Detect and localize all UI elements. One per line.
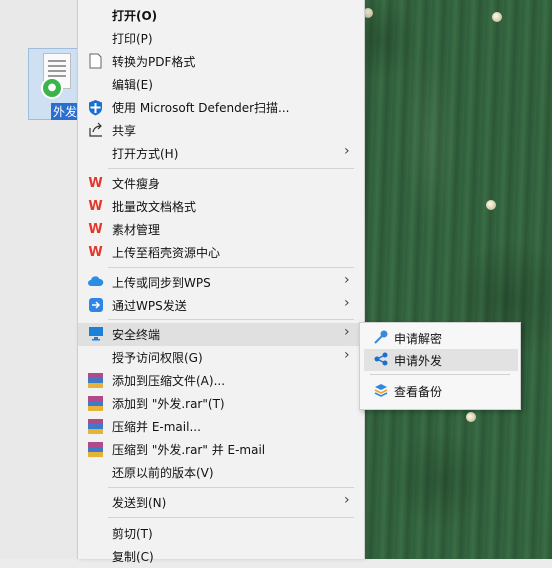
menu-item-label: 压缩到 "外发.rar" 并 E-mail xyxy=(112,443,266,457)
menu-item-label: 文件瘦身 xyxy=(112,177,161,191)
wps-icon: W xyxy=(88,199,103,214)
send-icon xyxy=(87,297,104,314)
menu-item-label: 批量改文档格式 xyxy=(112,200,197,214)
chevron-right-icon: › xyxy=(344,295,350,311)
menu-item-sync-wps[interactable]: 上传或同步到WPS › xyxy=(78,271,364,294)
share-nodes-icon xyxy=(372,351,390,369)
menu-separator xyxy=(108,517,354,518)
menu-item-defender-scan[interactable]: 使用 Microsoft Defender扫描... xyxy=(78,96,364,119)
menu-item-security-terminal[interactable]: 安全终端 › xyxy=(78,323,364,346)
menu-item-label: 使用 Microsoft Defender扫描... xyxy=(112,101,290,115)
menu-item-label: 打印(P) xyxy=(112,32,153,46)
defender-shield-icon xyxy=(87,99,104,116)
menu-item-batch-convert[interactable]: W 批量改文档格式 xyxy=(78,195,364,218)
submenu-item-label: 申请解密 xyxy=(394,332,443,346)
menu-separator xyxy=(108,168,354,169)
menu-item-share[interactable]: 共享 xyxy=(78,119,364,142)
menu-item-add-archive[interactable]: 添加到压缩文件(A)... xyxy=(78,369,364,392)
menu-item-label: 添加到 "外发.rar"(T) xyxy=(112,397,225,411)
menu-item-upload-docer[interactable]: W 上传至稻壳资源中心 xyxy=(78,241,364,264)
chevron-right-icon: › xyxy=(344,492,350,508)
menu-separator xyxy=(108,487,354,488)
winrar-icon xyxy=(87,441,104,458)
layers-icon xyxy=(372,382,390,400)
submenu-item-label: 申请外发 xyxy=(394,354,443,368)
menu-separator xyxy=(108,267,354,268)
menu-item-compress-email[interactable]: 压缩并 E-mail... xyxy=(78,415,364,438)
menu-item-label: 上传或同步到WPS xyxy=(112,276,211,290)
submenu-item-request-send[interactable]: 申请外发 xyxy=(364,349,518,371)
menu-item-label: 还原以前的版本(V) xyxy=(112,466,214,480)
menu-item-grant-access[interactable]: 授予访问权限(G) › xyxy=(78,346,364,369)
submenu-item-label: 查看备份 xyxy=(394,385,443,399)
winrar-icon xyxy=(87,372,104,389)
menu-item-label: 素材管理 xyxy=(112,223,161,237)
menu-item-print[interactable]: 打印(P) xyxy=(78,27,364,50)
menu-item-cut[interactable]: 剪切(T) xyxy=(78,522,364,545)
chevron-right-icon: › xyxy=(344,324,350,340)
menu-item-label: 压缩并 E-mail... xyxy=(112,420,201,434)
menu-item-label: 安全终端 xyxy=(112,328,161,342)
menu-item-copy[interactable]: 复制(C) xyxy=(78,545,364,568)
menu-item-asset-manage[interactable]: W 素材管理 xyxy=(78,218,364,241)
submenu-separator xyxy=(370,374,510,375)
chevron-right-icon: › xyxy=(344,143,350,159)
menu-item-label: 编辑(E) xyxy=(112,78,153,92)
menu-item-add-to-rar[interactable]: 添加到 "外发.rar"(T) xyxy=(78,392,364,415)
cloud-icon xyxy=(87,274,104,291)
monitor-icon xyxy=(87,326,104,343)
wps-icon: W xyxy=(88,176,103,191)
menu-item-label: 上传至稻壳资源中心 xyxy=(112,246,221,260)
menu-item-edit[interactable]: 编辑(E) xyxy=(78,73,364,96)
context-menu: 打开(O) 打印(P) 转换为PDF格式 编辑(E) 使用 Microsoft … xyxy=(77,0,365,564)
chevron-right-icon: › xyxy=(344,272,350,288)
file-name-label: 外发 xyxy=(51,103,80,120)
cactus-spine xyxy=(492,12,502,22)
menu-item-label: 发送到(N) xyxy=(112,496,167,510)
menu-item-file-slim[interactable]: W 文件瘦身 xyxy=(78,172,364,195)
winrar-icon xyxy=(87,418,104,435)
chevron-right-icon: › xyxy=(344,347,350,363)
wps-icon: W xyxy=(88,222,103,237)
menu-item-send-to[interactable]: 发送到(N) › xyxy=(78,491,364,514)
menu-item-send-wps[interactable]: 通过WPS发送 › xyxy=(78,294,364,317)
cactus-spine xyxy=(486,200,496,210)
blank-page-icon xyxy=(87,53,104,70)
security-submenu: 申请解密 申请外发 查看备份 xyxy=(359,322,521,410)
lock-icon: ● xyxy=(41,77,63,99)
wps-icon: W xyxy=(88,245,103,260)
winrar-icon xyxy=(87,395,104,412)
submenu-item-view-backup[interactable]: 查看备份 xyxy=(364,380,518,402)
menu-item-label: 转换为PDF格式 xyxy=(112,55,196,69)
menu-item-label: 打开(O) xyxy=(112,9,158,23)
cactus-spine xyxy=(466,412,476,422)
submenu-item-request-decrypt[interactable]: 申请解密 xyxy=(364,327,518,349)
menu-item-convert-pdf[interactable]: 转换为PDF格式 xyxy=(78,50,364,73)
menu-item-restore-versions[interactable]: 还原以前的版本(V) xyxy=(78,461,364,484)
menu-item-label: 剪切(T) xyxy=(112,527,153,541)
menu-item-label: 添加到压缩文件(A)... xyxy=(112,374,226,388)
menu-item-open[interactable]: 打开(O) xyxy=(78,4,364,27)
menu-item-compress-rar-email[interactable]: 压缩到 "外发.rar" 并 E-mail xyxy=(78,438,364,461)
menu-item-label: 打开方式(H) xyxy=(112,147,179,161)
cactus-wallpaper xyxy=(360,0,552,559)
share-icon xyxy=(87,122,104,139)
menu-item-open-with[interactable]: 打开方式(H) › xyxy=(78,142,364,165)
key-icon xyxy=(372,329,390,347)
desktop-file[interactable]: ● 外发 xyxy=(28,48,82,120)
menu-item-label: 通过WPS发送 xyxy=(112,299,187,313)
menu-item-label: 授予访问权限(G) xyxy=(112,351,203,365)
menu-item-label: 复制(C) xyxy=(112,550,154,564)
menu-separator xyxy=(108,319,354,320)
menu-item-label: 共享 xyxy=(112,124,137,138)
